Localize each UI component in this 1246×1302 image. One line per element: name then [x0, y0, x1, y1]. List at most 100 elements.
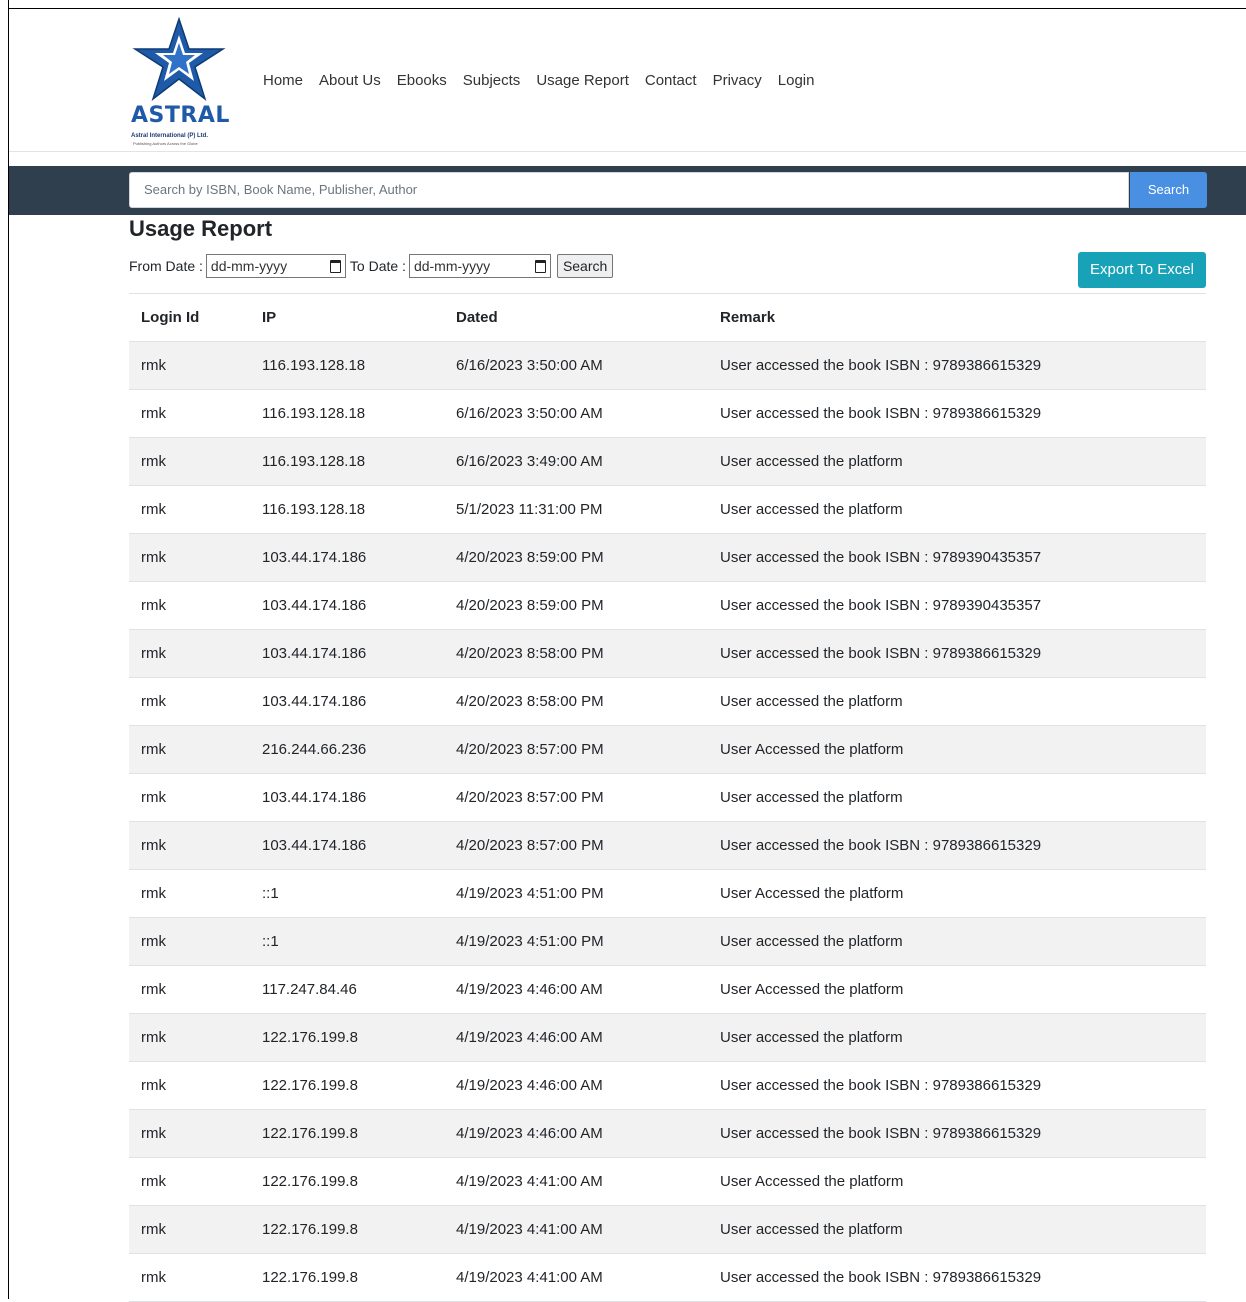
cell-dated: 4/19/2023 4:46:00 AM [444, 965, 708, 1014]
cell-remark: User accessed the book ISBN : 9789386615… [708, 821, 1206, 870]
table-row: rmk 116.193.128.18 6/16/2023 3:50:00 AM Use… [129, 341, 1206, 390]
cell-dated: 4/19/2023 4:46:00 AM [444, 1061, 708, 1110]
cell-remark: User accessed the book ISBN : 9789386615… [708, 629, 1206, 678]
cell-ip: 116.193.128.18 [250, 341, 444, 390]
cell-login-id: rmk [129, 821, 250, 870]
cell-ip: 103.44.174.186 [250, 773, 444, 822]
cell-dated: 4/20/2023 8:57:00 PM [444, 773, 708, 822]
table-row: rmk 216.244.66.236 4/20/2023 8:57:00 PM Use… [129, 725, 1206, 774]
calendar-icon[interactable] [534, 259, 546, 273]
cell-login-id: rmk [129, 1013, 250, 1062]
cell-remark: User accessed the platform [708, 485, 1206, 534]
table-row: rmk 122.176.199.8 4/19/2023 4:41:00 AM User… [129, 1205, 1206, 1254]
cell-login-id: rmk [129, 917, 250, 966]
cell-login-id: rmk [129, 773, 250, 822]
cell-login-id: rmk [129, 677, 250, 726]
column-header-login-id: Login Id [129, 293, 250, 342]
search-band: Search by ISBN, Book Name, Publisher, Au… [9, 166, 1246, 215]
cell-ip: 103.44.174.186 [250, 629, 444, 678]
table-row: rmk 122.176.199.8 4/19/2023 4:41:00 AM User… [129, 1253, 1206, 1302]
column-header-remark: Remark [708, 293, 1206, 342]
nav-about-us[interactable]: About Us [311, 71, 389, 91]
to-date-placeholder: dd-mm-yyyy [413, 258, 491, 274]
table-row: rmk 103.44.174.186 4/20/2023 8:57:00 PM Use… [129, 773, 1206, 822]
cell-login-id: rmk [129, 485, 250, 534]
calendar-icon[interactable] [329, 259, 341, 273]
cell-ip: 103.44.174.186 [250, 581, 444, 630]
cell-ip: ::1 [250, 869, 444, 918]
cell-remark: User Accessed the platform [708, 1157, 1206, 1206]
cell-ip: 116.193.128.18 [250, 485, 444, 534]
cell-ip: 103.44.174.186 [250, 533, 444, 582]
cell-remark: User Accessed the platform [708, 869, 1206, 918]
nav-home[interactable]: Home [255, 71, 311, 91]
table-row: rmk 103.44.174.186 4/20/2023 8:59:00 PM Use… [129, 533, 1206, 582]
cell-ip: ::1 [250, 917, 444, 966]
nav-login[interactable]: Login [770, 71, 823, 91]
cell-ip: 122.176.199.8 [250, 1205, 444, 1254]
cell-remark: User accessed the book ISBN : 9789386615… [708, 341, 1206, 390]
cell-ip: 116.193.128.18 [250, 389, 444, 438]
cell-login-id: rmk [129, 533, 250, 582]
cell-dated: 4/19/2023 4:51:00 PM [444, 869, 708, 918]
cell-dated: 4/19/2023 4:41:00 AM [444, 1253, 708, 1302]
table-row: rmk::1 4/19/2023 4:51:00 PM User accessed … [129, 917, 1206, 966]
table-row: rmk 122.176.199.8 4/19/2023 4:46:00 AM User… [129, 1109, 1206, 1158]
nav-usage-report[interactable]: Usage Report [528, 71, 637, 91]
table-row: rmk 103.44.174.186 4/20/2023 8:57:00 PM Use… [129, 821, 1206, 870]
cell-remark: User accessed the book ISBN : 9789386615… [708, 1109, 1206, 1158]
nav-privacy[interactable]: Privacy [705, 71, 770, 91]
nav-ebooks[interactable]: Ebooks [389, 71, 455, 91]
cell-remark: User accessed the book ISBN : 9789386615… [708, 389, 1206, 438]
logo-tagline: Publishing Authors Across the Globe [133, 141, 198, 146]
cell-login-id: rmk [129, 1109, 250, 1158]
cell-ip: 122.176.199.8 [250, 1013, 444, 1062]
cell-remark: User accessed the platform [708, 1205, 1206, 1254]
cell-remark: User accessed the platform [708, 437, 1206, 486]
table-row: rmk 122.176.199.8 4/19/2023 4:46:00 AM User… [129, 1013, 1206, 1062]
table-header-row: Login Id IP Dated Remark [129, 293, 1206, 342]
usage-report-table: Login Id IP Dated Remark rmk 116.193.128.… [129, 293, 1206, 1302]
logo-company-name: Astral International (P) Ltd. [131, 133, 209, 139]
to-date-input[interactable]: dd-mm-yyyy [408, 254, 551, 278]
cell-remark: User accessed the book ISBN : 9789390435… [708, 533, 1206, 582]
from-date-placeholder: dd-mm-yyyy [210, 258, 288, 274]
cell-remark: User accessed the platform [708, 1013, 1206, 1062]
cell-dated: 4/20/2023 8:59:00 PM [444, 533, 708, 582]
table-row: rmk 117.247.84.46 4/19/2023 4:46:00 AM User… [129, 965, 1206, 1014]
cell-dated: 4/19/2023 4:46:00 AM [444, 1109, 708, 1158]
page-title: Usage Report [129, 216, 273, 241]
logo-wordmark: ASTRAL [131, 103, 230, 128]
cell-ip: 103.44.174.186 [250, 677, 444, 726]
cell-login-id: rmk [129, 965, 250, 1014]
cell-login-id: rmk [129, 437, 250, 486]
cell-dated: 4/19/2023 4:41:00 AM [444, 1157, 708, 1206]
nav-contact[interactable]: Contact [637, 71, 705, 91]
from-date-input[interactable]: dd-mm-yyyy [205, 254, 346, 278]
export-to-excel-button[interactable]: Export To Excel [1078, 252, 1206, 288]
cell-remark: User accessed the platform [708, 773, 1206, 822]
cell-remark: User accessed the platform [708, 917, 1206, 966]
cell-remark: User accessed the book ISBN : 9789390435… [708, 581, 1206, 630]
cell-login-id: rmk [129, 1157, 250, 1206]
search-input[interactable]: Search by ISBN, Book Name, Publisher, Au… [129, 172, 1129, 208]
cell-login-id: rmk [129, 581, 250, 630]
cell-ip: 103.44.174.186 [250, 821, 444, 870]
table-row: rmk::1 4/19/2023 4:51:00 PM User Accessed … [129, 869, 1206, 918]
table-row: rmk 103.44.174.186 4/20/2023 8:58:00 PM Use… [129, 629, 1206, 678]
filter-search-button[interactable]: Search [556, 254, 614, 278]
table-row: rmk 116.193.128.18 6/16/2023 3:50:00 AM Use… [129, 389, 1206, 438]
cell-dated: 4/19/2023 4:41:00 AM [444, 1205, 708, 1254]
cell-ip: 117.247.84.46 [250, 965, 444, 1014]
search-button[interactable]: Search [1130, 172, 1207, 208]
cell-dated: 4/20/2023 8:57:00 PM [444, 725, 708, 774]
cell-ip: 122.176.199.8 [250, 1157, 444, 1206]
nav-subjects[interactable]: Subjects [455, 71, 529, 91]
cell-dated: 6/16/2023 3:49:00 AM [444, 437, 708, 486]
cell-remark: User Accessed the platform [708, 725, 1206, 774]
cell-dated: 4/20/2023 8:58:00 PM [444, 677, 708, 726]
cell-dated: 4/19/2023 4:46:00 AM [444, 1013, 708, 1062]
table-row: rmk 116.193.128.18 6/16/2023 3:49:00 AM Use… [129, 437, 1206, 486]
astral-logo[interactable]: ASTRAL Astral International (P) Ltd. Pub… [131, 17, 243, 151]
to-date-label: To Date : [349, 258, 406, 274]
